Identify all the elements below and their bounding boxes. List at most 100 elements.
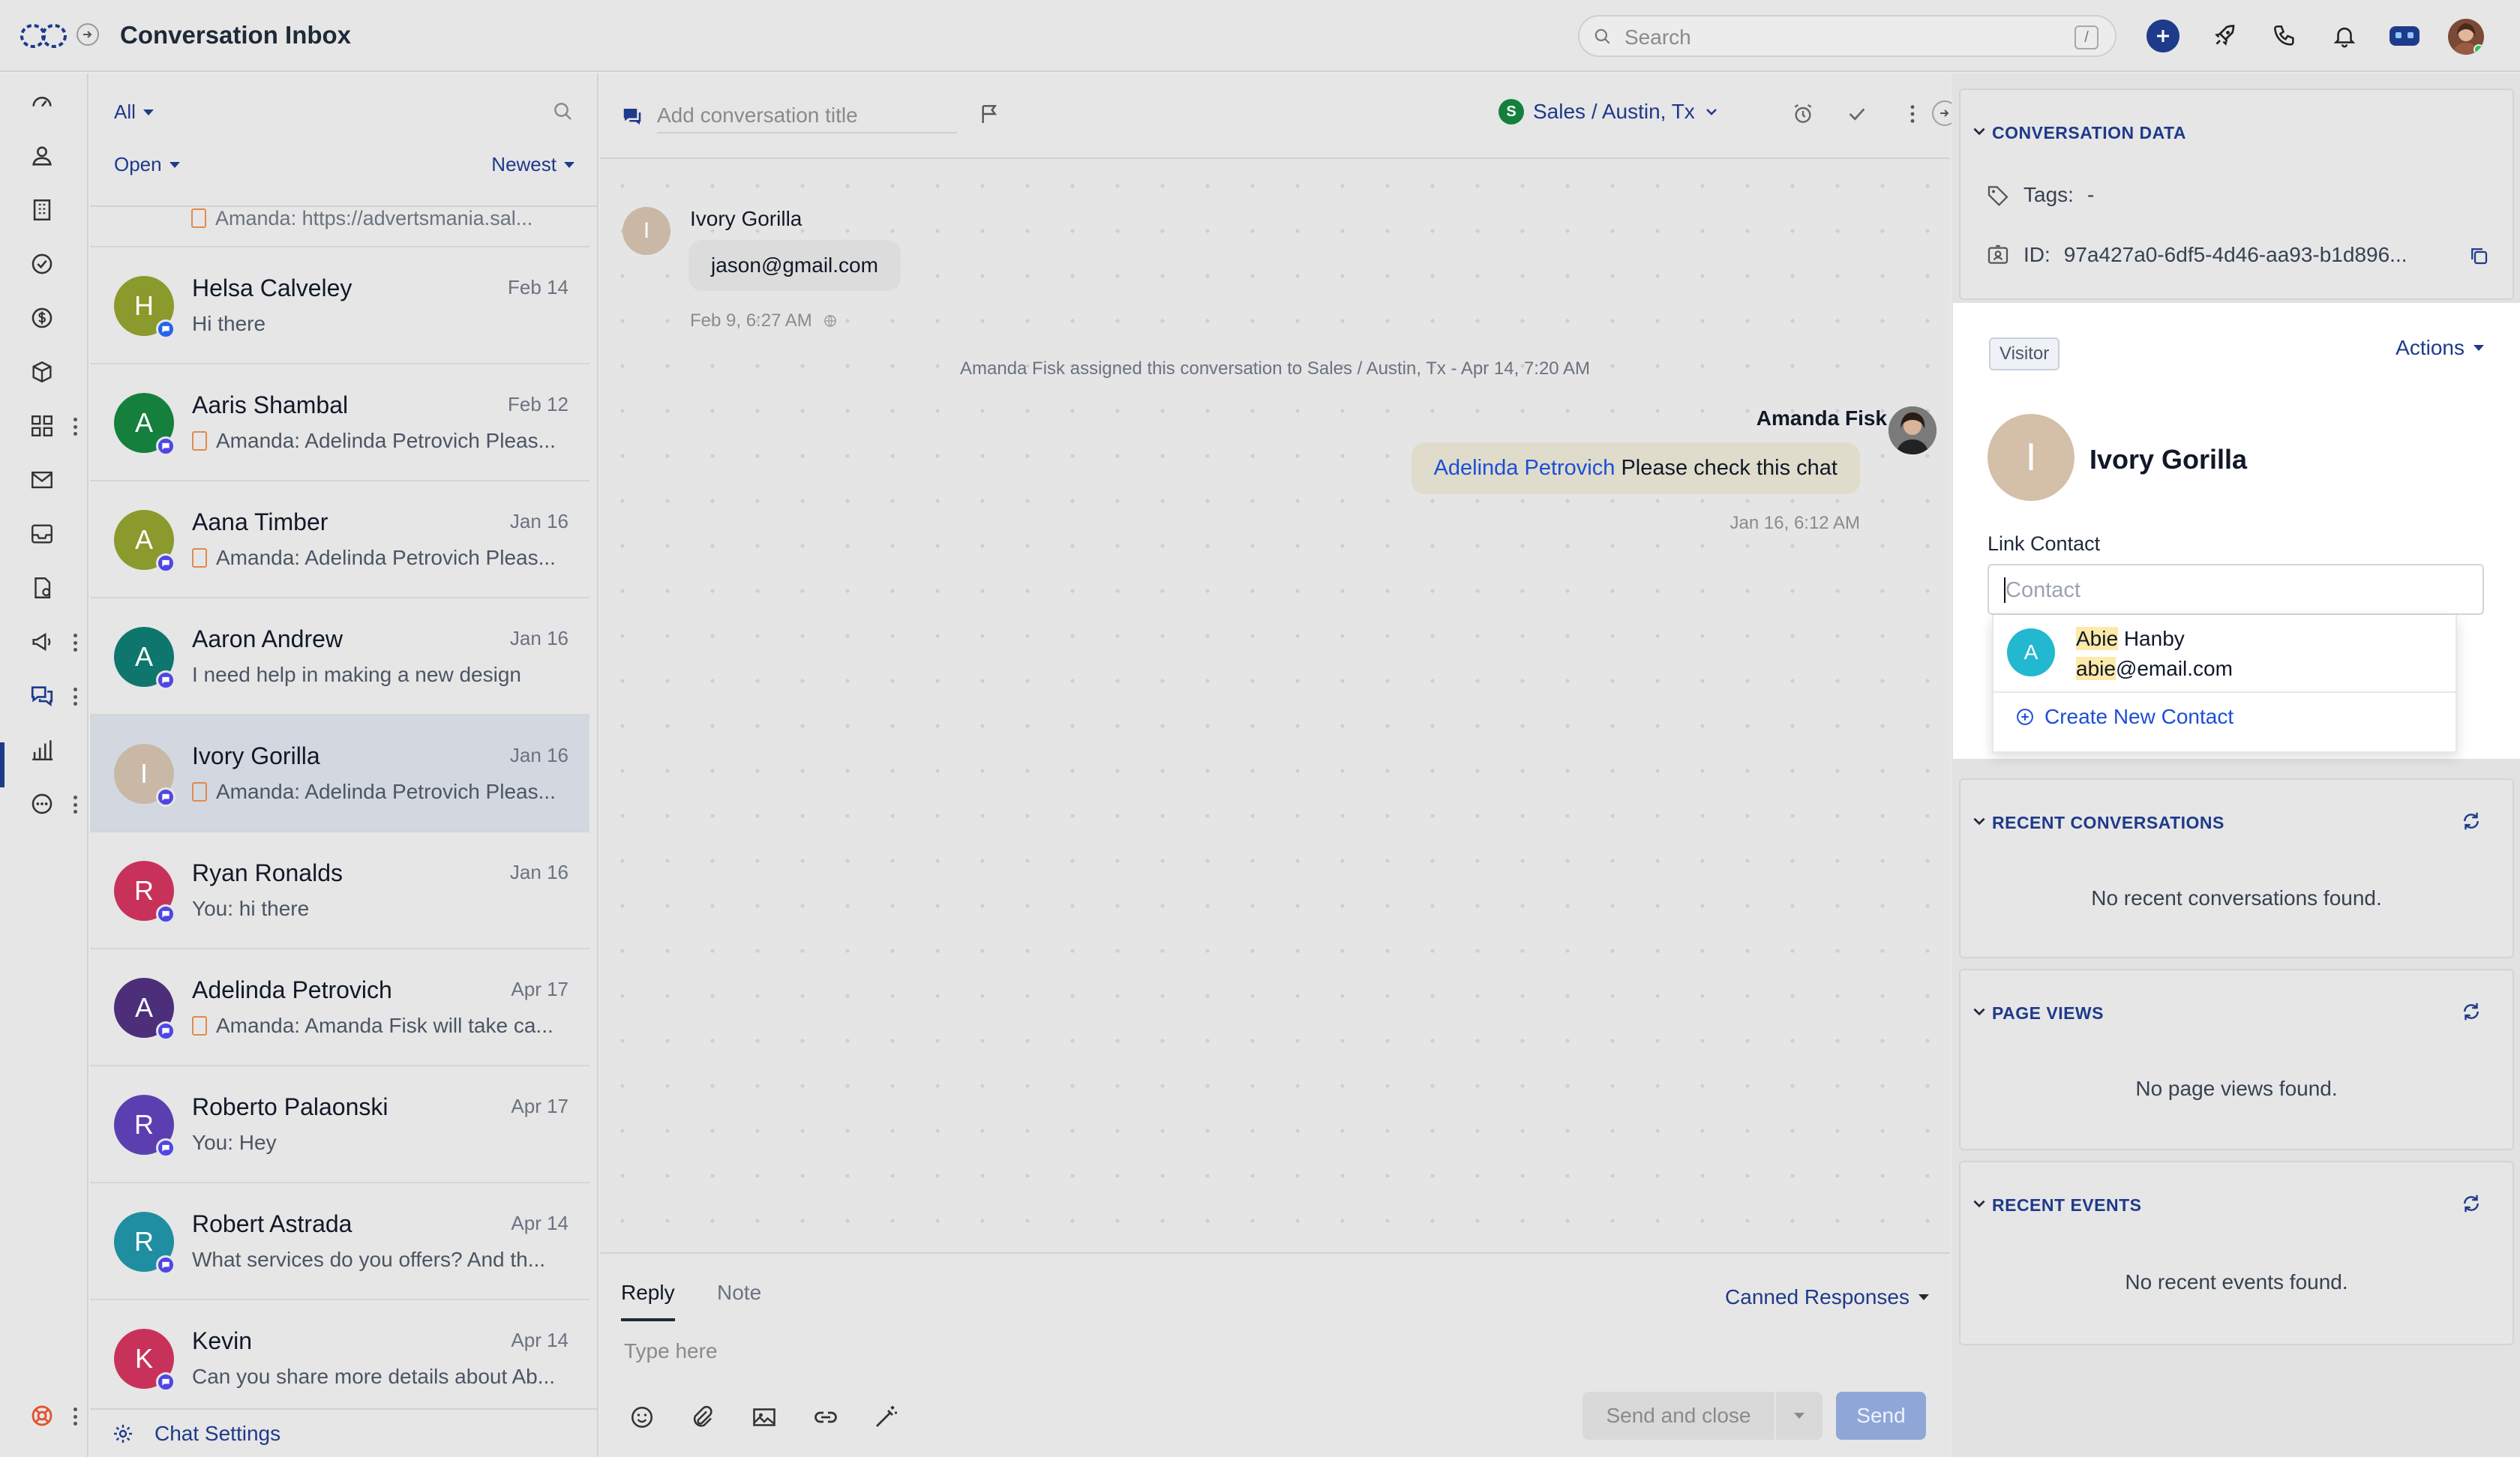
chevron-down-icon[interactable] <box>1971 813 1988 829</box>
actions-dropdown[interactable]: Actions <box>2396 336 2484 360</box>
nav-inbox-icon[interactable] <box>27 519 57 549</box>
chevron-down-icon[interactable] <box>1971 1195 1988 1212</box>
conversation-list-item[interactable]: A Aaris Shambal Feb 12 Amanda: Adelinda Pet… <box>90 364 590 481</box>
refresh-icon[interactable] <box>2460 810 2482 832</box>
send-options-dropdown[interactable] <box>1776 1392 1822 1440</box>
list-item[interactable]: Amanda: https://advertsmania.sal... <box>90 207 590 247</box>
create-new-contact-button[interactable]: Create New Contact <box>2014 705 2234 729</box>
list-search-icon[interactable] <box>552 100 574 123</box>
conversation-list-item[interactable]: H Helsa Calveley Feb 14 Hi there <box>90 247 590 364</box>
flag-icon[interactable] <box>978 102 1002 126</box>
bell-icon[interactable] <box>2328 19 2361 52</box>
conversation-preview: Amanda: Adelinda Petrovich Pleas... <box>216 546 556 569</box>
conversation-list-item[interactable]: A Adelinda Petrovich Apr 17 Amanda: Amanda … <box>90 949 590 1066</box>
nav-deals-icon[interactable] <box>27 303 57 333</box>
search-icon <box>1594 28 1610 44</box>
emoji-icon[interactable] <box>628 1404 656 1431</box>
help-lifebuoy-icon[interactable] <box>27 1401 57 1431</box>
status-filter-label: Open <box>114 153 162 175</box>
sort-dropdown[interactable]: Newest <box>491 153 574 176</box>
nav-companies-icon[interactable] <box>27 195 57 225</box>
chevron-down-icon[interactable] <box>1971 123 1988 139</box>
conversation-date: Feb 12 <box>508 393 568 415</box>
tab-note[interactable]: Note <box>717 1281 761 1305</box>
add-new-button[interactable] <box>2146 19 2180 52</box>
chevron-down-icon <box>142 109 154 115</box>
agent-message-text: Please check this chat <box>1615 456 1838 480</box>
tab-reply[interactable]: Reply <box>621 1281 675 1321</box>
contact-search-input[interactable]: Contact <box>1988 564 2484 615</box>
suggestion-email: abie@email.com <box>2076 657 2233 681</box>
page-views-heading: PAGE VIEWS <box>1992 1003 2104 1023</box>
nav-campaigns-more-icon[interactable] <box>70 631 80 654</box>
mention-link[interactable]: Adelinda Petrovich <box>1434 456 1616 480</box>
conversation-list-item[interactable]: R Roberto Palaonski Apr 17 You: Hey <box>90 1066 590 1183</box>
nav-conversations-more-icon[interactable] <box>70 685 80 708</box>
nav-more-dots-icon[interactable] <box>70 793 80 816</box>
image-icon[interactable] <box>750 1404 778 1431</box>
send-button[interactable]: Send <box>1836 1392 1926 1440</box>
inbox-filter-dropdown[interactable]: All <box>114 100 154 124</box>
conversation-list-item[interactable]: A Aaron Andrew Jan 16 I need help in making… <box>90 598 590 715</box>
conversation-list-item[interactable]: A Aana Timber Jan 16 Amanda: Adelinda Petro… <box>90 481 590 598</box>
user-avatar[interactable] <box>2448 19 2484 55</box>
phone-icon[interactable] <box>2268 19 2301 52</box>
conversation-list-item[interactable]: K Kevin Apr 14 Can you share more details a… <box>90 1300 590 1407</box>
visitor-message-time: Feb 9, 6:27 AM <box>690 310 812 331</box>
message-input[interactable]: Type here <box>624 1339 718 1363</box>
nav-email-icon[interactable] <box>27 465 57 495</box>
chat-bubble-icon <box>623 109 641 125</box>
page-title: Conversation Inbox <box>120 21 352 49</box>
main-nav-rail <box>0 73 88 1457</box>
status-filter-dropdown[interactable]: Open <box>114 153 180 176</box>
tag-icon <box>1988 186 2008 206</box>
chevron-down-icon[interactable] <box>1971 1003 1988 1020</box>
online-status-indicator <box>2474 44 2484 55</box>
expand-sidebar-icon[interactable] <box>76 23 99 46</box>
global-search-input[interactable]: Search / <box>1578 15 2116 57</box>
link-icon[interactable] <box>812 1404 840 1431</box>
nav-contacts-icon[interactable] <box>27 141 57 171</box>
conversation-list-item[interactable]: R Robert Astrada Apr 14 What services do yo… <box>90 1183 590 1300</box>
chat-channel-icon <box>156 1255 176 1275</box>
resolve-check-icon[interactable] <box>1845 102 1869 126</box>
nav-reports-icon[interactable] <box>27 735 57 765</box>
conversation-data-card: CONVERSATION DATA Tags: - ID: 97a427a0-6… <box>1959 88 2514 300</box>
magic-wand-icon[interactable] <box>872 1404 900 1431</box>
conversation-preview-row: Amanda: Adelinda Petrovich Pleas... <box>192 429 567 453</box>
nav-documents-icon[interactable] <box>27 573 57 603</box>
bot-icon[interactable] <box>2388 19 2421 52</box>
team-assignment-dropdown[interactable]: S Sales / Austin, Tx <box>1498 99 1719 124</box>
refresh-icon[interactable] <box>2460 1192 2482 1215</box>
nav-more-icon[interactable] <box>27 789 57 819</box>
conversation-preview-row: Amanda: Adelinda Petrovich Pleas... <box>192 546 567 570</box>
chat-settings-link[interactable]: Chat Settings <box>90 1408 597 1457</box>
snooze-clock-icon[interactable] <box>1791 102 1815 126</box>
nav-apps-icon[interactable] <box>27 411 57 441</box>
nav-campaigns-icon[interactable] <box>27 627 57 657</box>
refresh-icon[interactable] <box>2460 1000 2482 1023</box>
visitor-badge: Visitor <box>1989 337 2060 370</box>
conversation-list-item[interactable]: I Ivory Gorilla Jan 16 Amanda: Adelinda Pet… <box>90 715 590 832</box>
conversation-date: Apr 14 <box>511 1329 568 1351</box>
conversation-title-input[interactable]: Add conversation title <box>657 100 957 133</box>
more-vertical-icon[interactable] <box>1900 102 1924 126</box>
send-and-close-button[interactable]: Send and close <box>1582 1392 1774 1440</box>
contact-placeholder: Contact <box>2006 578 2080 602</box>
app-logo-icon[interactable] <box>20 22 68 49</box>
nav-dashboard-icon[interactable] <box>27 87 57 117</box>
nav-products-icon[interactable] <box>27 357 57 387</box>
nav-conversations-icon[interactable] <box>27 681 57 711</box>
nav-apps-more-icon[interactable] <box>70 415 80 438</box>
conversation-preview-row: Amanda: Adelinda Petrovich Pleas... <box>192 780 567 804</box>
reply-composer: Reply Note Canned Responses Type here Se… <box>600 1252 1950 1457</box>
tags-value: - <box>2086 183 2095 206</box>
help-more-icon[interactable] <box>70 1405 80 1428</box>
nav-tasks-icon[interactable] <box>27 249 57 279</box>
rocket-icon[interactable] <box>2208 19 2241 52</box>
copy-icon[interactable] <box>2468 244 2490 267</box>
conversation-list[interactable]: Amanda: https://advertsmania.sal... H Hel… <box>90 207 597 1407</box>
canned-responses-dropdown[interactable]: Canned Responses <box>1725 1285 1929 1309</box>
attachment-icon[interactable] <box>688 1404 716 1431</box>
conversation-list-item[interactable]: R Ryan Ronalds Jan 16 You: hi there <box>90 832 590 949</box>
